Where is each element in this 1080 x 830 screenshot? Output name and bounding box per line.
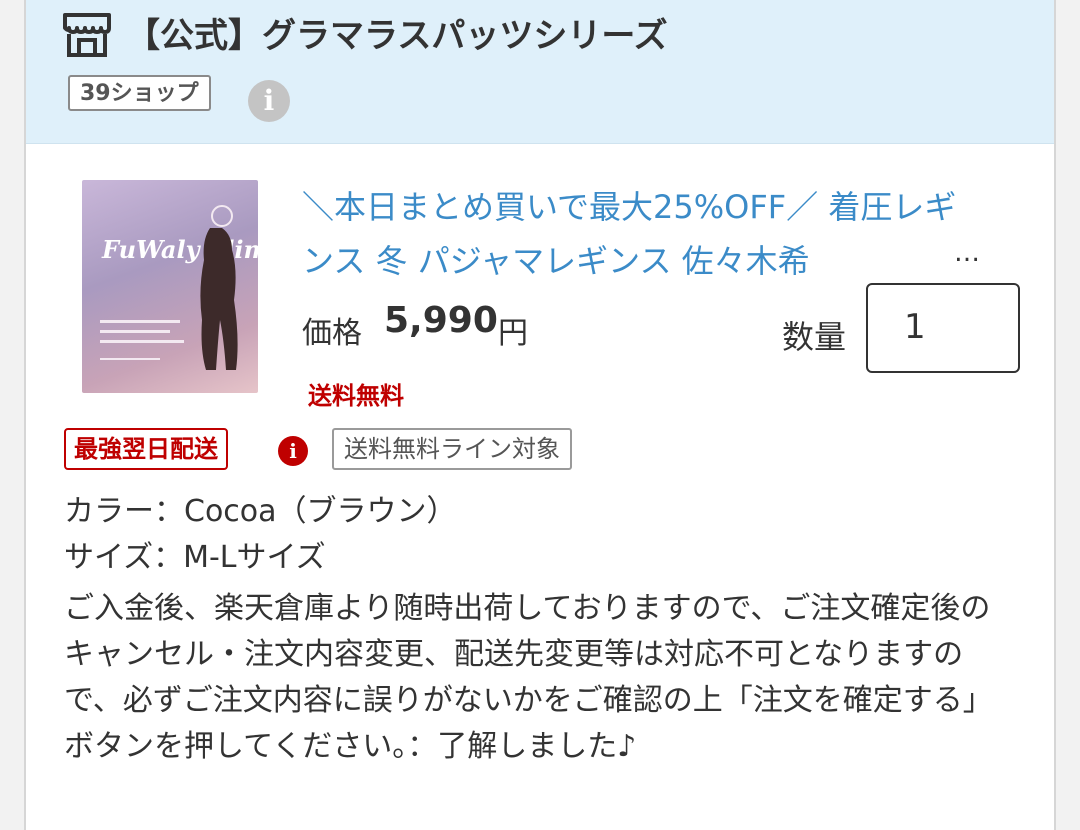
- free-shipping-line-badge: 送料無料ライン対象: [332, 428, 572, 470]
- product-title-link[interactable]: ＼本日まとめ買いで最大25%OFF／ 着圧レギンス 冬 パジャマレギンス 佐々木…: [302, 180, 962, 288]
- fast-delivery-badge: 最強翌日配送: [64, 428, 228, 470]
- color-option: カラー：Cocoa（ブラウン）: [64, 494, 457, 529]
- store-icon: [63, 13, 111, 57]
- info-icon[interactable]: i: [248, 80, 290, 122]
- price-label: 価格: [302, 316, 362, 351]
- order-notice: ご入金後、楽天倉庫より随時出荷しておりますので、ご注文確定後のキャンセル・注文内…: [64, 591, 993, 764]
- title-ellipsis: …: [954, 238, 980, 268]
- product-image[interactable]: FuWaly Slim: [82, 180, 258, 393]
- shop-badge-39: 39ショップ: [68, 75, 211, 111]
- product-package-illustration: FuWaly Slim: [100, 205, 258, 370]
- size-option: サイズ：M-Lサイズ: [64, 540, 326, 575]
- shop-header: 【公式】グラマラスパッツシリーズ 39ショップ i: [26, 0, 1054, 144]
- quantity-label: 数量: [782, 318, 847, 356]
- order-item-card: 【公式】グラマラスパッツシリーズ 39ショップ i FuWaly Slim ＼本…: [24, 0, 1056, 830]
- product-brand-logo: FuWaly Slim: [101, 235, 258, 264]
- fast-delivery-info-icon[interactable]: i: [278, 436, 308, 466]
- quantity-input[interactable]: 1: [866, 283, 1020, 373]
- price-value: 5,990: [384, 300, 498, 341]
- free-shipping-label: 送料無料: [308, 382, 404, 410]
- price-unit: 円: [498, 316, 528, 351]
- shop-name[interactable]: 【公式】グラマラスパッツシリーズ: [126, 8, 668, 57]
